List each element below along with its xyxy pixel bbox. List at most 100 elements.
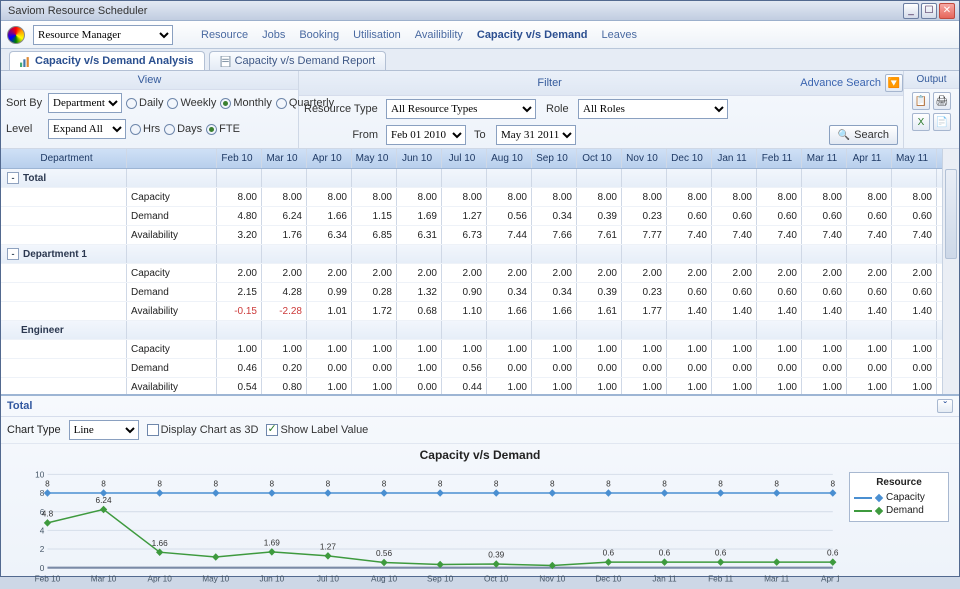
advance-search-icon[interactable]: 🔽 <box>885 74 903 92</box>
svg-text:8: 8 <box>831 479 836 489</box>
month-header[interactable]: Aug 10 <box>487 149 532 168</box>
data-cell: 1.66 <box>532 302 577 320</box>
show-label-check[interactable]: Show Label Value <box>266 424 368 436</box>
scroll-thumb[interactable] <box>945 169 957 259</box>
data-cell: 1.66 <box>307 207 352 225</box>
month-header[interactable]: Jun 10 <box>397 149 442 168</box>
data-cell: 0.60 <box>802 207 847 225</box>
export-doc-icon[interactable]: 📄 <box>933 113 951 131</box>
resource-type-select[interactable]: All Resource Types <box>386 99 536 119</box>
menu-leaves[interactable]: Leaves <box>602 29 637 41</box>
period-monthly[interactable]: Monthly <box>220 97 272 109</box>
month-header[interactable]: Jul 10 <box>442 149 487 168</box>
data-cell: 8.00 <box>397 188 442 206</box>
tab-analysis[interactable]: Capacity v/s Demand Analysis <box>9 51 205 70</box>
month-header[interactable]: Dec 10 <box>667 149 712 168</box>
data-cell: 1.00 <box>352 340 397 358</box>
search-button[interactable]: Search <box>829 125 898 145</box>
data-cell: 1.00 <box>757 340 802 358</box>
menu-capacity-v-s-demand[interactable]: Capacity v/s Demand <box>477 29 588 41</box>
collapse-icon[interactable]: - <box>7 172 19 184</box>
svg-text:Aug 10: Aug 10 <box>371 573 397 583</box>
data-cell: 1.00 <box>397 340 442 358</box>
month-header[interactable]: Jan 11 <box>712 149 757 168</box>
dept-cell: -Total <box>1 169 127 187</box>
print-icon[interactable]: 🖨 <box>933 92 951 110</box>
period-weekly[interactable]: Weekly <box>167 97 216 109</box>
month-header[interactable]: Apr 10 <box>307 149 352 168</box>
month-header[interactable]: May 10 <box>352 149 397 168</box>
menu-booking[interactable]: Booking <box>299 29 339 41</box>
svg-text:8: 8 <box>213 479 218 489</box>
svg-text:Feb 10: Feb 10 <box>35 573 61 583</box>
collapse-chart-icon[interactable]: ˇ <box>937 399 953 413</box>
data-cell: 7.40 <box>757 226 802 244</box>
dept-cell <box>1 188 127 206</box>
display-3d-check[interactable]: Display Chart as 3D <box>147 424 259 436</box>
data-cell: 0.00 <box>757 359 802 377</box>
to-date[interactable]: May 31 2011 <box>496 125 576 145</box>
basis-fte[interactable]: FTE <box>206 123 240 135</box>
data-cell: 0.34 <box>532 207 577 225</box>
data-cell: 0.23 <box>622 207 667 225</box>
data-cell: 0.00 <box>532 359 577 377</box>
from-date[interactable]: Feb 01 2010 <box>386 125 466 145</box>
grid-body[interactable]: -TotalCapacity8.008.008.008.008.008.008.… <box>1 169 959 394</box>
collapse-icon[interactable]: - <box>7 248 19 260</box>
data-cell: 7.40 <box>667 226 712 244</box>
metric-cell <box>127 169 217 187</box>
chart-panel: Total ˇ Chart Type Line Display Chart as… <box>1 394 959 576</box>
metric-cell <box>127 321 217 339</box>
level-select[interactable]: Expand All <box>48 119 126 139</box>
group-row: -Department 1 <box>1 245 959 264</box>
menu-availibility[interactable]: Availibility <box>415 29 463 41</box>
table-row: Capacity1.001.001.001.001.001.001.001.00… <box>1 340 959 359</box>
data-grid: Department Feb 10Mar 10Apr 10May 10Jun 1… <box>1 149 959 394</box>
chart-type-select[interactable]: Line <box>69 420 139 440</box>
month-header[interactable]: Mar 10 <box>262 149 307 168</box>
svg-text:May 10: May 10 <box>202 573 229 583</box>
svg-text:10: 10 <box>35 469 45 479</box>
advance-search-link[interactable]: Advance Search <box>800 77 881 89</box>
basis-hrs[interactable]: Hrs <box>130 123 160 135</box>
export-clipboard-icon[interactable]: 📋 <box>912 92 930 110</box>
resource-manager-select[interactable]: Resource Manager <box>33 25 173 45</box>
svg-text:8: 8 <box>550 479 555 489</box>
svg-text:8: 8 <box>774 479 779 489</box>
metric-cell: Availability <box>127 302 217 320</box>
data-cell: 8.00 <box>217 188 262 206</box>
menu-utilisation[interactable]: Utilisation <box>353 29 401 41</box>
maximize-button[interactable]: ☐ <box>921 3 937 19</box>
svg-text:6.24: 6.24 <box>96 495 112 505</box>
month-header[interactable]: Mar 11 <box>802 149 847 168</box>
metric-cell: Availability <box>127 226 217 244</box>
month-header[interactable]: May 11 <box>892 149 937 168</box>
data-cell: 3.20 <box>217 226 262 244</box>
group-row: Engineer <box>1 321 959 340</box>
month-header[interactable]: Feb 10 <box>217 149 262 168</box>
period-daily[interactable]: Daily <box>126 97 163 109</box>
month-header[interactable]: Oct 10 <box>577 149 622 168</box>
data-cell: 1.61 <box>577 302 622 320</box>
svg-text:8: 8 <box>101 479 106 489</box>
close-button[interactable]: ✕ <box>939 3 955 19</box>
export-excel-icon[interactable]: X <box>912 113 930 131</box>
role-select[interactable]: All Roles <box>578 99 728 119</box>
menu-jobs[interactable]: Jobs <box>262 29 285 41</box>
basis-days[interactable]: Days <box>164 123 202 135</box>
month-header[interactable]: Feb 11 <box>757 149 802 168</box>
tab-report[interactable]: Capacity v/s Demand Report <box>209 51 387 70</box>
month-header[interactable]: Apr 11 <box>847 149 892 168</box>
data-cell: 1.00 <box>442 340 487 358</box>
data-cell: 0.34 <box>532 283 577 301</box>
table-row: Availability0.540.801.001.000.000.441.00… <box>1 378 959 394</box>
data-cell: 2.00 <box>802 264 847 282</box>
vertical-scrollbar[interactable] <box>942 149 959 394</box>
sortby-select[interactable]: Department <box>48 93 122 113</box>
month-header[interactable]: Nov 10 <box>622 149 667 168</box>
minimize-button[interactable]: _ <box>903 3 919 19</box>
dept-cell <box>1 226 127 244</box>
data-cell: 0.60 <box>847 207 892 225</box>
menu-resource[interactable]: Resource <box>201 29 248 41</box>
month-header[interactable]: Sep 10 <box>532 149 577 168</box>
